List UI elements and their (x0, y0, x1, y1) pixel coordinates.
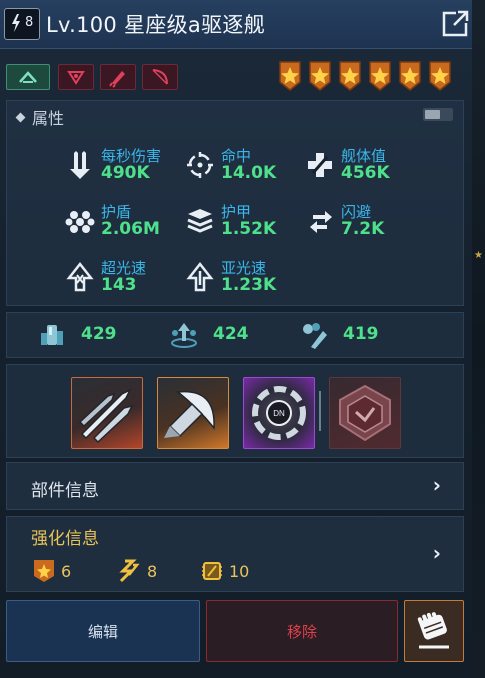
stat-value: 1.23K (221, 275, 277, 295)
weapon-slot-turbine[interactable]: DN (243, 377, 315, 449)
attributes-section: 属性 每秒伤害 490K 命中 14.0K 舰体值 456K 护盾 2.06M … (6, 100, 464, 306)
turbine-icon: DN (252, 386, 306, 440)
fist-icon (417, 612, 449, 649)
background-strip: ★ (472, 0, 485, 678)
resource-crystal: 424 (169, 319, 289, 351)
chevron-right-icon: › (432, 541, 441, 565)
stat-value: 7.2K (341, 219, 385, 239)
resource-gas: 419 (299, 319, 419, 351)
stat-value: 2.06M (101, 219, 160, 239)
stat-sublight-speed: 亚光速 1.23K (185, 257, 315, 301)
stat-value: 1.52K (221, 219, 277, 239)
stat-hull: 舰体值 456K (305, 145, 435, 189)
enhance-value: 10 (229, 562, 250, 581)
enhance-value: 8 (147, 562, 158, 581)
remove-button[interactable]: 移除 (206, 600, 398, 662)
ore-icon (41, 325, 63, 345)
edit-button[interactable]: 编辑 (6, 600, 200, 662)
equipment-slots: DN (6, 364, 464, 458)
star-icon (369, 61, 391, 91)
diamond-icon (15, 112, 26, 123)
decor-star-icon: ★ (474, 250, 483, 261)
shield-hex-icon (65, 211, 95, 233)
stat-value: 143 (101, 275, 137, 295)
remove-button-label: 移除 (286, 623, 317, 641)
level-badge: 8 (4, 8, 40, 40)
enhance-value: 6 (61, 562, 72, 581)
stat-armor: 护甲 1.52K (185, 201, 315, 245)
star-badge-icon (34, 560, 54, 582)
hull-cross-icon (308, 153, 332, 177)
parts-info-label: 部件信息 (31, 481, 99, 501)
attributes-toggle[interactable] (423, 108, 453, 121)
star-icon (429, 61, 451, 91)
warp-speed-icon (66, 261, 94, 292)
target-down-icon (67, 71, 85, 85)
ship-detail-panel: 8 Lv.100 星座级a驱逐舰 属性 每秒伤害 490K 命中 14.0K 舰… (0, 0, 473, 678)
type-badge-attack (58, 64, 94, 90)
star-icon (309, 61, 331, 91)
attributes-title: 属性 (32, 109, 65, 128)
stat-evasion: 闪避 7.2K (305, 201, 435, 245)
power-fist-button[interactable] (404, 600, 464, 662)
level-badge-number: 8 (25, 15, 34, 30)
stat-warp-speed: 超光速 143 (65, 257, 195, 301)
resources-row: 429 424 419 (6, 312, 464, 358)
stat-dps: 每秒伤害 490K (65, 145, 195, 189)
missile-launcher-icon (78, 388, 134, 444)
parts-info-row[interactable]: 部件信息 › (6, 462, 464, 510)
chevron-up-icon (19, 71, 37, 83)
slot-divider (319, 391, 321, 431)
gas-icon (303, 323, 327, 349)
ship-title: Lv.100 星座级a驱逐舰 (46, 13, 265, 37)
armor-layers-icon (187, 209, 213, 233)
crystal-icon (171, 323, 197, 348)
star-icon (339, 61, 361, 91)
chip-icon (202, 562, 222, 580)
bolt-icon (119, 559, 140, 583)
resource-value: 419 (343, 324, 379, 344)
chevron-right-icon: › (432, 473, 441, 497)
external-link-icon[interactable] (442, 9, 470, 37)
stat-value: 456K (341, 163, 390, 183)
emblem-badge-icon (339, 384, 391, 442)
rank-badge (6, 64, 50, 90)
star-icon (399, 61, 421, 91)
sublight-speed-icon (186, 261, 214, 292)
star-icon (279, 61, 301, 91)
weapon-slot-missile[interactable] (71, 377, 143, 449)
resource-value: 424 (213, 324, 249, 344)
enhance-info-row[interactable]: 强化信息 › 6 8 10 (6, 516, 464, 592)
edit-button-label: 编辑 (87, 623, 118, 641)
enhance-info-label: 强化信息 (31, 529, 99, 549)
attributes-header: 属性 (15, 105, 65, 129)
dps-icon (70, 151, 90, 179)
stat-shield: 护盾 2.06M (65, 201, 195, 245)
header-bar: 8 Lv.100 星座级a驱逐舰 (0, 0, 472, 49)
weapon-slot-drill[interactable] (157, 377, 229, 449)
stat-value: 14.0K (221, 163, 277, 183)
bolt-icon (12, 14, 20, 32)
stat-value: 490K (101, 163, 150, 183)
resource-value: 429 (81, 324, 117, 344)
resource-ore: 429 (37, 319, 157, 351)
type-badge-missile (100, 64, 136, 90)
drill-dish-icon (164, 390, 215, 438)
svg-text:DN: DN (273, 409, 285, 418)
empty-slot-emblem[interactable] (329, 377, 401, 449)
missile-icon (109, 71, 125, 88)
crosshair-icon (187, 152, 213, 178)
type-badge-bow (142, 64, 178, 90)
stat-accuracy: 命中 14.0K (185, 145, 315, 189)
evasion-arrows-icon (310, 211, 332, 233)
bow-icon (152, 69, 168, 85)
